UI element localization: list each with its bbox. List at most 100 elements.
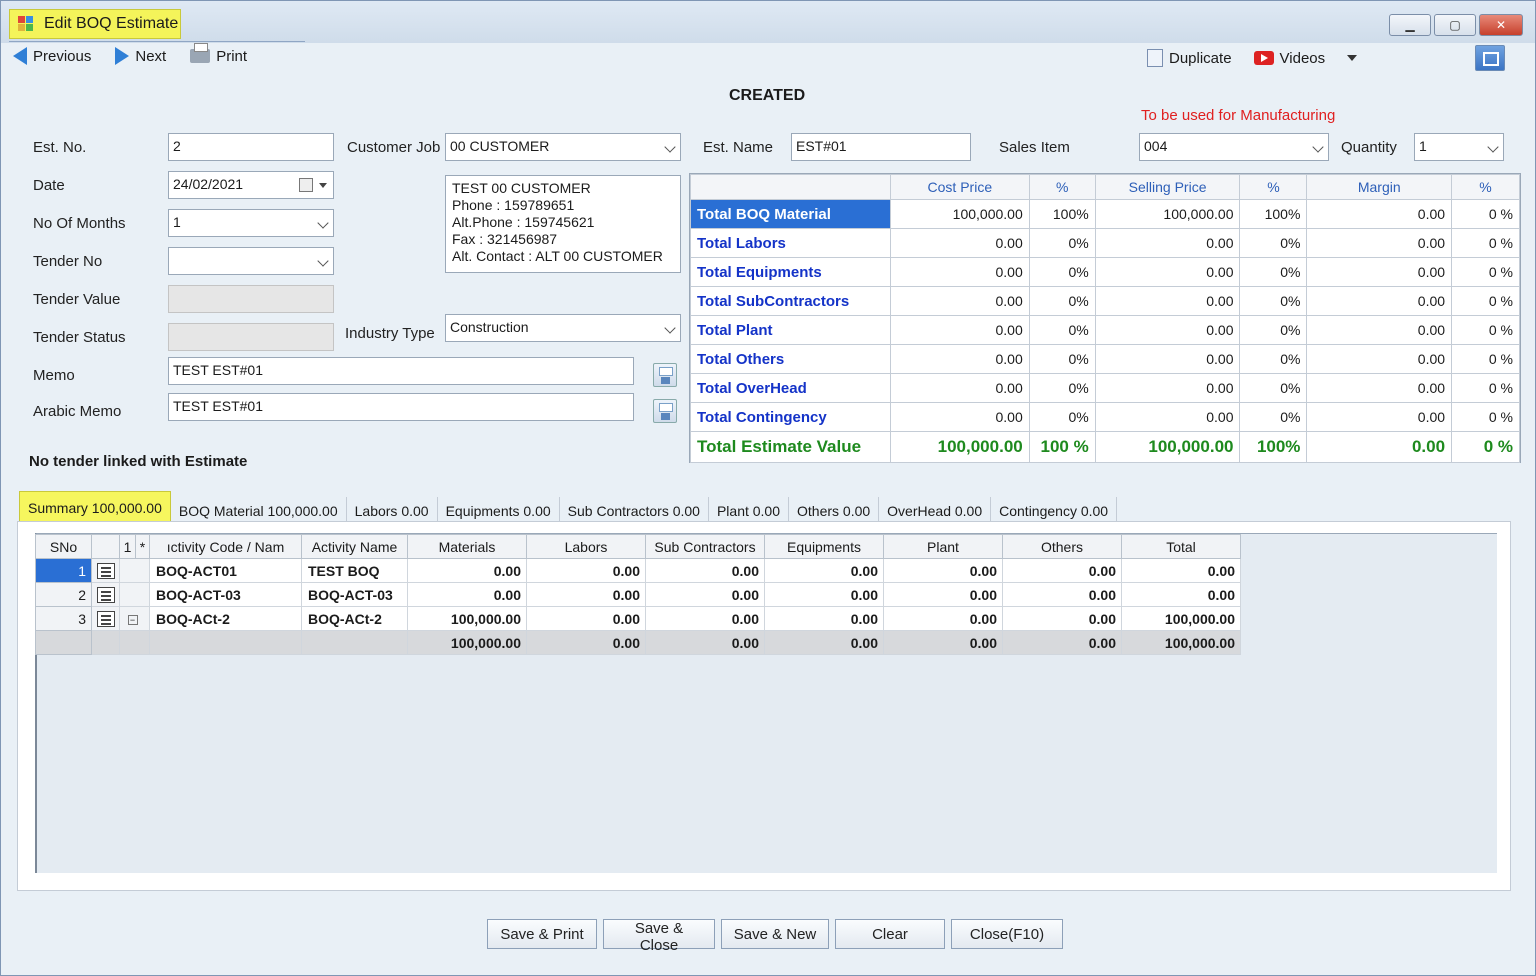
- cost-pct-cell: 0%: [1028, 286, 1096, 316]
- chevron-down-icon: [1312, 141, 1324, 153]
- totals-row-boq-material[interactable]: Total BOQ Material 100,000.00 100% 100,0…: [690, 199, 1520, 229]
- star-header[interactable]: *: [135, 534, 150, 559]
- materials-header[interactable]: Materials: [407, 534, 527, 559]
- sno-cell[interactable]: 3: [35, 606, 92, 631]
- equip-cell: 0.00: [764, 582, 884, 607]
- restore-window-button[interactable]: [1475, 45, 1505, 71]
- totals-row-equipments[interactable]: Total Equipments 0.00 0% 0.00 0% 0.00 0 …: [690, 257, 1520, 287]
- print-label: Print: [216, 47, 248, 65]
- date-value: 24/02/2021: [173, 176, 244, 192]
- est-no-field[interactable]: 2: [168, 133, 334, 161]
- sales-item-select[interactable]: 004: [1139, 133, 1329, 161]
- sales-item-label: Sales Item: [999, 139, 1070, 156]
- title-underline: [9, 41, 305, 42]
- duplicate-button[interactable]: Duplicate: [1147, 49, 1232, 67]
- industry-type-select[interactable]: Construction: [445, 314, 681, 342]
- est-name-field[interactable]: EST#01: [791, 133, 971, 161]
- industry-type-value: Construction: [450, 319, 529, 335]
- calendar-icon[interactable]: [299, 178, 313, 192]
- activity-name-cell[interactable]: BOQ-ACT-03: [301, 582, 408, 607]
- chevron-down-icon[interactable]: [319, 183, 327, 188]
- activity-name-cell[interactable]: BOQ-ACt-2: [301, 606, 408, 631]
- details-icon[interactable]: [96, 611, 115, 628]
- totals-row-plant[interactable]: Total Plant 0.00 0% 0.00 0% 0.00 0 %: [690, 315, 1520, 345]
- others-header[interactable]: Others: [1002, 534, 1122, 559]
- sell-cell: 0.00: [1094, 344, 1241, 374]
- activity-code-header[interactable]: ıctivity Code / Nam: [149, 534, 302, 559]
- row-label[interactable]: Total Plant: [690, 315, 891, 345]
- close-f10-button[interactable]: Close(F10): [951, 919, 1063, 949]
- footer-materials-cell: 100,000.00: [407, 630, 527, 655]
- previous-button[interactable]: Previous: [13, 47, 91, 65]
- arabic-memo-field[interactable]: TEST EST#01: [168, 393, 634, 421]
- row-details-cell[interactable]: [91, 582, 120, 607]
- table-row[interactable]: 1 BOQ-ACT01 TEST BOQ 0.00 0.00 0.00 0.00…: [35, 558, 1241, 583]
- row-details-cell[interactable]: [91, 558, 120, 583]
- sell-pct-cell: 0%: [1239, 286, 1308, 316]
- row-label[interactable]: Total SubContractors: [690, 286, 891, 316]
- collapse-icon[interactable]: −: [127, 614, 138, 625]
- row-label[interactable]: Total Labors: [690, 228, 891, 258]
- activity-code-cell[interactable]: BOQ-ACT01: [149, 558, 302, 583]
- details-icon[interactable]: [96, 587, 115, 604]
- close-button[interactable]: ✕: [1479, 14, 1523, 36]
- totals-row-labors[interactable]: Total Labors 0.00 0% 0.00 0% 0.00 0 %: [690, 228, 1520, 258]
- row-details-cell[interactable]: [91, 606, 120, 631]
- total-header[interactable]: Total: [1121, 534, 1241, 559]
- labors-header[interactable]: Labors: [526, 534, 646, 559]
- plant-header[interactable]: Plant: [883, 534, 1003, 559]
- customer-job-select[interactable]: 00 CUSTOMER: [445, 133, 681, 161]
- chevron-down-icon: [664, 322, 676, 334]
- activity-code-cell[interactable]: BOQ-ACt-2: [149, 606, 302, 631]
- tender-no-select[interactable]: [168, 247, 334, 275]
- table-row[interactable]: 3 − BOQ-ACt-2 BOQ-ACt-2 100,000.00 0.00 …: [35, 606, 1241, 631]
- row-label[interactable]: Total BOQ Material: [690, 199, 891, 229]
- row-label[interactable]: Total OverHead: [690, 373, 891, 403]
- details-icon[interactable]: [96, 563, 115, 580]
- sub-contractors-header[interactable]: Sub Contractors: [645, 534, 765, 559]
- sno-cell[interactable]: 1: [35, 558, 92, 583]
- grid-header-row: SNo 1 * ıctivity Code / Nam Activity Nam…: [35, 534, 1241, 559]
- row-label[interactable]: Total Equipments: [690, 257, 891, 287]
- activity-code-cell[interactable]: BOQ-ACT-03: [149, 582, 302, 607]
- totals-row-overhead[interactable]: Total OverHead 0.00 0% 0.00 0% 0.00 0 %: [690, 373, 1520, 403]
- row-label[interactable]: Total Others: [690, 344, 891, 374]
- maximize-button[interactable]: ▢: [1434, 14, 1476, 36]
- save-arabic-memo-icon[interactable]: [653, 399, 677, 423]
- row-label[interactable]: Total Contingency: [690, 402, 891, 432]
- equipments-header[interactable]: Equipments: [764, 534, 884, 559]
- quantity-select[interactable]: 1: [1414, 133, 1504, 161]
- footer-total-cell: 100,000.00: [1121, 630, 1241, 655]
- icon-header: [91, 534, 120, 559]
- activity-name-header[interactable]: Activity Name: [301, 534, 408, 559]
- next-button[interactable]: Next: [115, 47, 166, 65]
- totals-row-subcontractors[interactable]: Total SubContractors 0.00 0% 0.00 0% 0.0…: [690, 286, 1520, 316]
- date-picker[interactable]: 24/02/2021: [168, 171, 334, 199]
- tab-summary[interactable]: Summary 100,000.00: [19, 491, 171, 525]
- clear-button[interactable]: Clear: [835, 919, 945, 949]
- videos-dropdown-icon[interactable]: [1347, 55, 1358, 61]
- sno-cell[interactable]: 2: [35, 582, 92, 607]
- materials-cell: 100,000.00: [407, 606, 527, 631]
- print-button[interactable]: Print: [190, 43, 248, 65]
- sno-header[interactable]: SNo: [35, 534, 92, 559]
- level-header[interactable]: 1: [119, 534, 136, 559]
- save-close-button[interactable]: Save & Close: [603, 919, 715, 954]
- table-row[interactable]: 2 BOQ-ACT-03 BOQ-ACT-03 0.00 0.00 0.00 0…: [35, 582, 1241, 607]
- videos-button[interactable]: Videos: [1253, 50, 1325, 67]
- save-print-button[interactable]: Save & Print: [487, 919, 597, 949]
- months-label: No Of Months: [33, 215, 126, 232]
- top-right-actions: Duplicate Videos: [1147, 49, 1358, 67]
- save-memo-icon[interactable]: [653, 363, 677, 387]
- cost-cell: 100,000.00: [889, 199, 1030, 229]
- materials-cell: 0.00: [407, 582, 527, 607]
- cost-cell: 0.00: [889, 402, 1030, 432]
- chevron-down-icon: [1487, 141, 1499, 153]
- save-new-button[interactable]: Save & New: [721, 919, 829, 949]
- totals-row-others[interactable]: Total Others 0.00 0% 0.00 0% 0.00 0 %: [690, 344, 1520, 374]
- months-select[interactable]: 1: [168, 209, 334, 237]
- activity-name-cell[interactable]: TEST BOQ: [301, 558, 408, 583]
- totals-row-contingency[interactable]: Total Contingency 0.00 0% 0.00 0% 0.00 0…: [690, 402, 1520, 432]
- memo-field[interactable]: TEST EST#01: [168, 357, 634, 385]
- minimize-button[interactable]: ▁: [1389, 14, 1431, 36]
